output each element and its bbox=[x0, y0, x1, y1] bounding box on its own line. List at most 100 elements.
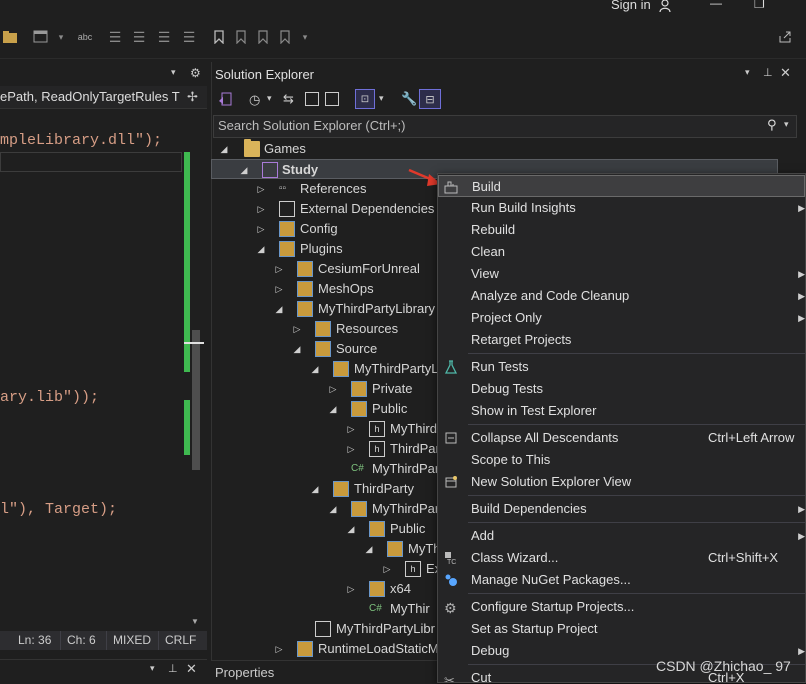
collapsed-arrow-icon[interactable]: ▷ bbox=[256, 199, 266, 219]
collapsed-arrow-icon[interactable]: ▷ bbox=[346, 439, 356, 459]
menu-item-class-wizard[interactable]: TC Class Wizard... Ctrl+Shift+X bbox=[438, 547, 806, 569]
properties-tab-label[interactable]: Properties bbox=[215, 665, 274, 680]
tree-item[interactable]: ◢ MyThirdPartyLibrary bbox=[211, 299, 437, 319]
filter-dropdown-icon[interactable]: ▾ bbox=[379, 93, 384, 104]
line-ending[interactable]: CRLF bbox=[158, 631, 202, 650]
expanded-arrow-icon[interactable]: ◢ bbox=[346, 519, 356, 539]
tree-item[interactable]: ▷ Resources bbox=[211, 319, 437, 339]
menu-item-configure-startup[interactable]: ⚙ Configure Startup Projects... bbox=[438, 596, 806, 618]
menu-item-run-build-insights[interactable]: Run Build Insights ▶ bbox=[438, 197, 806, 219]
tree-item[interactable]: ◢ Games bbox=[211, 139, 806, 159]
preview-icon[interactable]: ⊟ bbox=[419, 89, 441, 109]
whitespace-mode[interactable]: MIXED bbox=[106, 631, 157, 650]
collapsed-arrow-icon[interactable]: ▷ bbox=[256, 179, 266, 199]
editor-settings-icon[interactable]: ⚙ bbox=[190, 66, 201, 80]
panel-menu-icon[interactable]: ▾ bbox=[745, 67, 750, 78]
tree-item[interactable]: ▷ h Ex bbox=[211, 559, 437, 579]
search-icon[interactable]: ⚲ bbox=[767, 117, 777, 133]
next-bookmark-icon[interactable] bbox=[254, 28, 272, 46]
tree-item[interactable]: ▷ MeshOps bbox=[211, 279, 441, 299]
tree-item[interactable]: ▷ Config bbox=[211, 219, 441, 239]
collapsed-arrow-icon[interactable]: ▷ bbox=[256, 219, 266, 239]
sign-in-link[interactable]: Sign in bbox=[611, 0, 651, 12]
menu-item-set-startup[interactable]: Set as Startup Project bbox=[438, 618, 806, 640]
tree-item[interactable]: ▷ h MyThird bbox=[211, 419, 437, 439]
tree-item[interactable]: ▷ CesiumForUnreal bbox=[211, 259, 441, 279]
pin-icon[interactable]: ⊥ bbox=[763, 66, 773, 79]
menu-item-manage-nuget[interactable]: Manage NuGet Packages... bbox=[438, 569, 806, 591]
clear-bookmarks-icon[interactable] bbox=[276, 28, 294, 46]
menu-item-build[interactable]: Build bbox=[438, 175, 805, 197]
tree-item[interactable]: ◢ Source bbox=[211, 339, 437, 359]
menu-item-show-test-explorer[interactable]: Show in Test Explorer bbox=[438, 400, 806, 422]
tree-item[interactable]: ▷ h ThirdPar bbox=[211, 439, 437, 459]
menu-item-debug-tests[interactable]: Debug Tests bbox=[438, 378, 806, 400]
collapsed-arrow-icon[interactable]: ▷ bbox=[328, 379, 338, 399]
pending-changes-dropdown-icon[interactable]: ▾ bbox=[267, 93, 272, 104]
bookmark-icon[interactable] bbox=[210, 28, 228, 46]
filter-icon[interactable]: ⊡ bbox=[355, 89, 375, 109]
scrollbar-thumb[interactable] bbox=[192, 330, 200, 470]
collapsed-arrow-icon[interactable]: ▷ bbox=[274, 639, 284, 657]
tree-item[interactable]: ◢ ThirdParty bbox=[211, 479, 437, 499]
collapsed-arrow-icon[interactable]: ▷ bbox=[382, 559, 392, 579]
expanded-arrow-icon[interactable]: ◢ bbox=[364, 539, 374, 559]
tree-item[interactable]: ◢ MyThirdPar bbox=[211, 499, 437, 519]
line-indicator[interactable]: Ln: 36 bbox=[12, 631, 57, 650]
editor-scrollbar[interactable] bbox=[191, 110, 201, 620]
panel-dropdown-icon[interactable]: ▾ bbox=[150, 663, 155, 674]
collapsed-arrow-icon[interactable]: ▷ bbox=[346, 419, 356, 439]
menu-item-build-dependencies[interactable]: Build Dependencies ▶ bbox=[438, 498, 806, 520]
comment-icon[interactable]: ☰ bbox=[155, 28, 173, 46]
collapsed-arrow-icon[interactable]: ▷ bbox=[274, 259, 284, 279]
menu-item-analyze[interactable]: Analyze and Code Cleanup ▶ bbox=[438, 285, 806, 307]
menu-item-run-tests[interactable]: Run Tests bbox=[438, 356, 806, 378]
tree-item[interactable]: ▷ External Dependencies bbox=[211, 199, 441, 219]
tree-item[interactable]: C# MyThirdPar bbox=[211, 459, 437, 479]
outdent-icon[interactable]: ☰ bbox=[130, 28, 148, 46]
tree-item[interactable]: C# MyThir bbox=[211, 599, 437, 619]
pending-changes-icon[interactable]: ◷ bbox=[249, 92, 260, 108]
toolbar-overflow-icon[interactable]: ▾ bbox=[296, 28, 314, 46]
tree-item[interactable]: ▷ Private bbox=[211, 379, 437, 399]
close-icon[interactable]: ✕ bbox=[780, 65, 791, 81]
tree-item[interactable]: ◢ MyThirdPartyL bbox=[211, 359, 437, 379]
expanded-arrow-icon[interactable]: ◢ bbox=[274, 299, 284, 319]
tree-item[interactable]: ◢ Plugins bbox=[211, 239, 441, 259]
tree-item[interactable]: MyThirdPartyLibr bbox=[211, 619, 437, 639]
open-folder-icon[interactable] bbox=[2, 28, 20, 46]
expanded-arrow-icon[interactable]: ◢ bbox=[292, 339, 302, 359]
expanded-arrow-icon[interactable]: ◢ bbox=[328, 499, 338, 519]
editor-dropdown-icon[interactable]: ▾ bbox=[171, 67, 176, 78]
menu-item-clean[interactable]: Clean bbox=[438, 241, 806, 263]
expanded-arrow-icon[interactable]: ◢ bbox=[328, 399, 338, 419]
uncomment-icon[interactable]: ☰ bbox=[180, 28, 198, 46]
menu-item-collapse-all[interactable]: Collapse All Descendants Ctrl+Left Arrow bbox=[438, 427, 806, 449]
tree-item[interactable]: ◢ Public bbox=[211, 519, 437, 539]
collapsed-arrow-icon[interactable]: ▷ bbox=[346, 579, 356, 599]
switch-views-icon[interactable] bbox=[217, 91, 233, 107]
collapsed-arrow-icon[interactable]: ▷ bbox=[292, 319, 302, 339]
member-navigation-bar[interactable]: ePath, ReadOnlyTargetRules T ✢ bbox=[0, 86, 207, 109]
tree-item[interactable]: ▷ RuntimeLoadStaticM bbox=[211, 639, 437, 657]
scroll-down-icon[interactable]: ▼ bbox=[191, 617, 199, 626]
split-icon[interactable]: ✢ bbox=[187, 89, 198, 105]
tree-item[interactable]: ◢ Public bbox=[211, 399, 437, 419]
close-icon[interactable]: ✕ bbox=[186, 661, 197, 677]
share-icon[interactable] bbox=[776, 28, 794, 46]
search-box[interactable]: Search Solution Explorer (Ctrl+;) ⚲ ▾ bbox=[213, 115, 797, 138]
menu-item-scope-to-this[interactable]: Scope to This bbox=[438, 449, 806, 471]
menu-item-new-view[interactable]: New Solution Explorer View bbox=[438, 471, 806, 493]
menu-item-project-only[interactable]: Project Only ▶ bbox=[438, 307, 806, 329]
restore-button[interactable]: ❐ bbox=[754, 0, 765, 11]
show-all-files-icon[interactable] bbox=[325, 92, 339, 106]
spellcheck-icon[interactable]: abc bbox=[76, 28, 94, 46]
menu-item-view[interactable]: View ▶ bbox=[438, 263, 806, 285]
expanded-arrow-icon[interactable]: ◢ bbox=[256, 239, 266, 259]
tree-item[interactable]: ▷ x64 bbox=[211, 579, 437, 599]
pin-icon[interactable]: ⊥ bbox=[168, 662, 178, 675]
layout-icon[interactable] bbox=[32, 28, 50, 46]
sync-icon[interactable]: ⇆ bbox=[283, 91, 294, 107]
menu-item-retarget[interactable]: Retarget Projects bbox=[438, 329, 806, 351]
expanded-arrow-icon[interactable]: ◢ bbox=[239, 160, 249, 180]
